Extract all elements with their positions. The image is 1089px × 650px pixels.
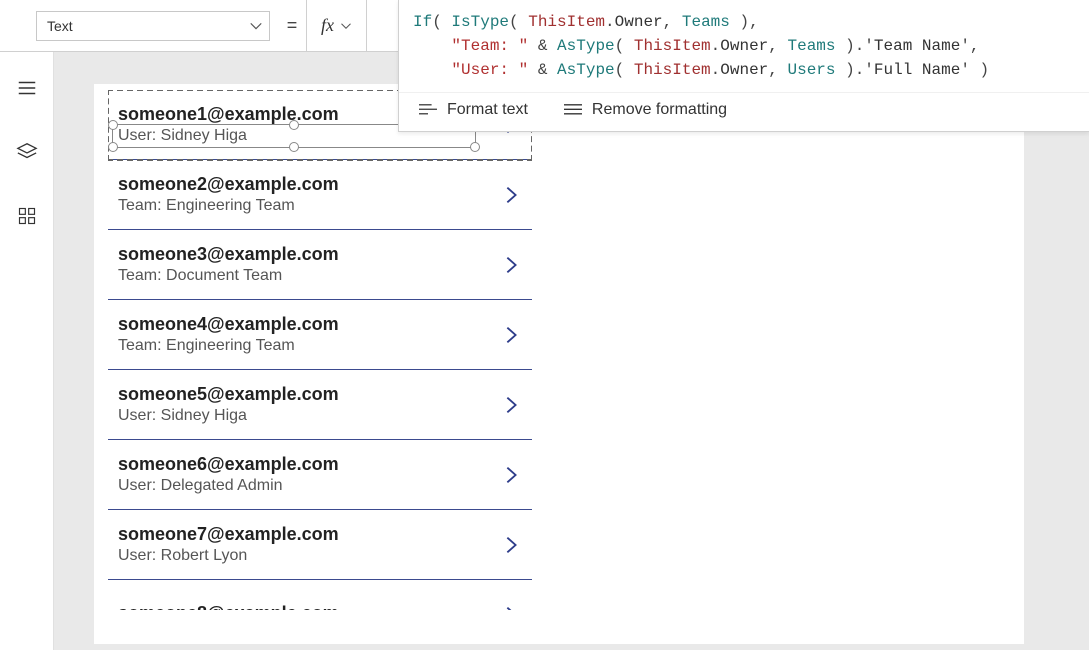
format-text-button[interactable]: Format text [419,101,528,119]
remove-formatting-icon [564,103,582,117]
gallery-item[interactable]: someone5@example.com User: Sidney Higa [108,370,532,440]
left-rail [0,52,54,650]
formula-toolbar: Format text Remove formatting [399,92,1089,131]
gallery-item-subtitle[interactable]: User: Sidney Higa [118,127,339,145]
format-text-label: Format text [447,101,528,119]
gallery-item-title: someone2@example.com [118,174,339,195]
gallery[interactable]: someone1@example.comUser: Sidney Higasom… [108,90,532,610]
layers-icon[interactable] [15,140,39,164]
gallery-item[interactable]: someone3@example.com Team: Document Team [108,230,532,300]
gallery-item[interactable]: someone7@example.com User: Robert Lyon [108,510,532,580]
chevron-right-icon[interactable] [500,604,522,611]
gallery-item[interactable]: someone2@example.com Team: Engineering Te… [108,160,532,230]
chevron-right-icon[interactable] [500,394,522,416]
chevron-right-icon[interactable] [500,254,522,276]
fx-label: fx [321,15,334,36]
chevron-right-icon[interactable] [500,184,522,206]
formula-bar-left: Text = fx [0,0,367,51]
property-dropdown[interactable]: Text [36,11,270,41]
components-icon[interactable] [15,204,39,228]
gallery-item-subtitle: Team: Document Team [118,267,339,285]
gallery-item-title: someone7@example.com [118,524,339,545]
gallery-item-subtitle: User: Delegated Admin [118,477,339,495]
chevron-right-icon[interactable] [500,464,522,486]
chevron-down-icon [249,19,263,33]
gallery-item[interactable]: someone6@example.com User: Delegated Admi… [108,440,532,510]
hamburger-icon[interactable] [15,76,39,100]
gallery-item-title: someone3@example.com [118,244,339,265]
gallery-item-subtitle: Team: Engineering Team [118,337,339,355]
chevron-right-icon[interactable] [500,324,522,346]
formula-panel: If( IsType( ThisItem.Owner, Teams ), "Te… [398,0,1089,132]
gallery-item-title: someone6@example.com [118,454,339,475]
remove-formatting-button[interactable]: Remove formatting [564,101,727,119]
gallery-item-subtitle: User: Robert Lyon [118,547,339,565]
gallery-item-title: someone1@example.com [118,104,339,125]
gallery-item-subtitle: Team: Engineering Team [118,197,339,215]
property-dropdown-value: Text [47,18,73,34]
equals-sign: = [278,15,306,36]
formula-editor[interactable]: If( IsType( ThisItem.Owner, Teams ), "Te… [399,0,1089,92]
gallery-item-title: someone5@example.com [118,384,339,405]
chevron-down-icon [340,20,352,32]
gallery-item-title: someone8@example.com [118,603,339,610]
screen[interactable]: someone1@example.comUser: Sidney Higasom… [94,84,1024,644]
canvas-area[interactable]: someone1@example.comUser: Sidney Higasom… [54,52,1089,650]
gallery-item[interactable]: someone4@example.com Team: Engineering Te… [108,300,532,370]
gallery-item[interactable]: someone8@example.com [108,580,532,610]
chevron-right-icon[interactable] [500,534,522,556]
fx-dropdown[interactable]: fx [306,0,367,51]
gallery-item-subtitle: User: Sidney Higa [118,407,339,425]
remove-formatting-label: Remove formatting [592,101,727,119]
gallery-item-title: someone4@example.com [118,314,339,335]
format-text-icon [419,103,437,117]
